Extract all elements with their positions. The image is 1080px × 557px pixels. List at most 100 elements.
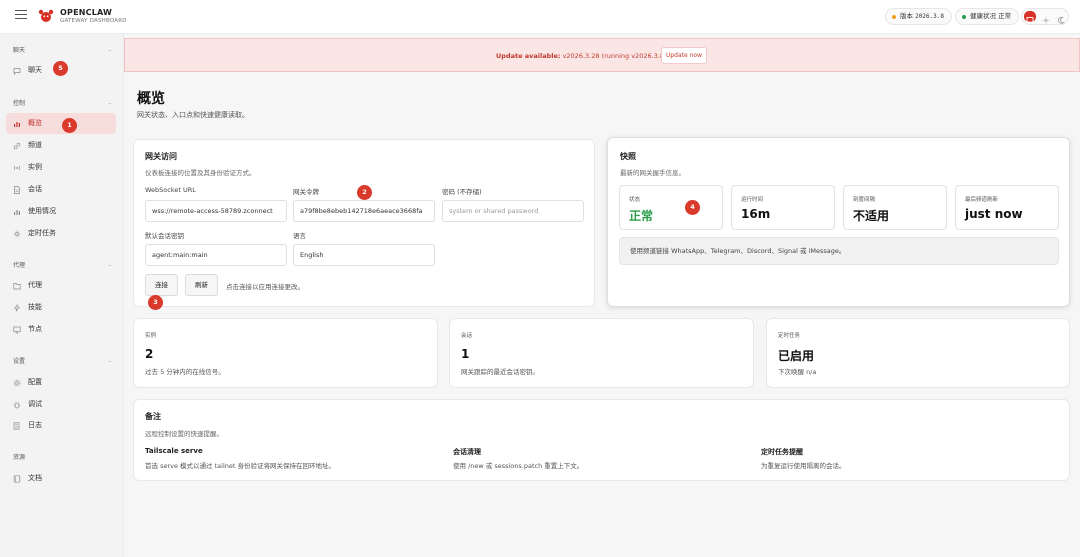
sidebar-item-overview[interactable]: 概览: [6, 113, 116, 134]
theme-toggle: [1021, 8, 1069, 25]
collapse-agents-icon[interactable]: –: [108, 262, 112, 269]
version-dot-icon: [892, 15, 896, 19]
stat-tick-interval: 刻度间隔 不适用: [843, 185, 947, 230]
brand-name: OPENCLAW: [60, 8, 113, 17]
top-bar: OPENCLAW GATEWAY DASHBOARD 版本 2026.3.8 健…: [0, 0, 1080, 34]
note-title: 会话清理: [453, 448, 481, 456]
sidebar-item-label: 聊天: [28, 66, 42, 74]
note-desc: 首选 serve 模式以通过 tailnet 身份验证将网关保持在回环地址。: [145, 462, 335, 470]
sidebar-section-chat: 聊天: [13, 47, 26, 54]
stat-value: 不适用: [853, 209, 890, 223]
update-banner: Update available: v2026.3.28 (running v2…: [124, 38, 1080, 72]
sidebar-item-label: 频道: [28, 141, 42, 149]
collapse-chat-icon[interactable]: –: [108, 47, 112, 54]
collapse-settings-icon[interactable]: –: [108, 358, 112, 365]
book-icon: [13, 475, 21, 483]
sidebar-section-control: 控制: [13, 100, 26, 107]
note-desc: 为重复运行使用隔离的会话。: [761, 462, 846, 470]
password-input[interactable]: system or shared password: [442, 200, 584, 222]
session-key-input[interactable]: agent:main:main: [145, 244, 287, 266]
document-icon: [14, 186, 20, 194]
bug-icon: [13, 401, 21, 409]
page-title: 概览: [137, 91, 165, 107]
annotation-badge-4: 4: [685, 200, 700, 215]
metric-desc: 过去 5 分钟内的在线信号。: [145, 368, 225, 376]
folder-icon: [13, 283, 21, 290]
metric-value: 2: [145, 347, 154, 361]
sidebar-item-nodes[interactable]: 节点: [6, 319, 116, 340]
stat-label: 最后频道刷新: [965, 197, 999, 203]
sidebar-item-logs[interactable]: 日志: [6, 415, 116, 436]
language-select[interactable]: English: [293, 244, 435, 266]
sidebar-item-agents[interactable]: 代理: [6, 275, 116, 296]
bar-chart-icon: [14, 122, 20, 127]
stat-value: just now: [965, 207, 1023, 221]
stat-label: 刻度间隔: [853, 197, 876, 203]
stat-label: 状态: [629, 197, 641, 203]
sidebar-item-instances[interactable]: 实例: [6, 157, 116, 178]
refresh-button[interactable]: 刷新: [185, 274, 218, 296]
health-label: 健康状况: [970, 12, 996, 20]
version-value: 2026.3.8: [915, 13, 944, 20]
sidebar-item-config[interactable]: 配置: [6, 372, 116, 393]
sidebar-item-skills[interactable]: 技能: [6, 297, 116, 318]
snapshot-subtitle: 最新的网关握手信息。: [620, 169, 685, 177]
sidebar-item-debug[interactable]: 调试: [6, 394, 116, 415]
update-now-button[interactable]: Update now: [661, 47, 707, 64]
openclaw-logo: [38, 9, 54, 22]
health-value: 正常: [998, 12, 1012, 20]
sidebar-item-sessions[interactable]: 会话: [6, 179, 116, 200]
page-subtitle: 网关状态、入口点和快速健康读取。: [137, 111, 249, 119]
language-label: 语言: [293, 232, 306, 240]
annotation-badge-1: 1: [62, 118, 77, 133]
sidebar-item-cron[interactable]: 定时任务: [6, 223, 116, 244]
annotation-badge-3: 3: [148, 295, 163, 310]
sidebar-item-usage[interactable]: 使用情况: [6, 201, 116, 222]
stat-last-refresh: 最后频道刷新 just now: [955, 185, 1059, 230]
brand-subtitle: GATEWAY DASHBOARD: [60, 18, 127, 24]
sun-icon[interactable]: [1040, 11, 1052, 25]
sidebar-section-agents: 代理: [13, 262, 26, 269]
gateway-token-input[interactable]: a79f8be8ebeb142718e6aeace3668fa: [293, 200, 435, 222]
metric-desc: 网关跟踪的最近会话密钥。: [461, 368, 539, 376]
instances-card: 实例 2 过去 5 分钟内的在线信号。: [133, 318, 438, 388]
annotation-badge-5: 5: [53, 61, 68, 76]
collapse-control-icon[interactable]: –: [108, 100, 112, 107]
sidebar-item-label: 节点: [28, 325, 42, 333]
health-dot-icon: [962, 15, 966, 19]
gateway-token-label: 网关令牌: [293, 188, 319, 196]
update-message-text: v2026.3.28 (running v2026.3.8).: [560, 52, 669, 60]
sidebar-item-channels[interactable]: 频道: [6, 135, 116, 156]
sidebar-item-label: 实例: [28, 163, 42, 171]
bar-chart-icon: [14, 210, 20, 215]
metric-value: 1: [461, 347, 470, 361]
metric-label: 实例: [145, 333, 157, 339]
cron-card: 定时任务 已启用 下次唤醒 n/a: [766, 318, 1070, 388]
websocket-url-label: WebSocket URL: [145, 186, 196, 194]
stat-value: 16m: [741, 207, 771, 221]
stat-label: 运行时间: [741, 197, 764, 203]
websocket-url-input[interactable]: wss://remote-access-58789.zconnect: [145, 200, 287, 222]
broadcast-icon: [13, 165, 21, 171]
stat-status: 状态 正常: [619, 185, 723, 230]
sidebar-section-settings: 设置: [13, 358, 26, 365]
note-title: 定时任务提醒: [761, 448, 803, 456]
monitor-icon: [13, 326, 21, 334]
snapshot-title: 快照: [620, 152, 636, 161]
notes-subtitle: 远程控制设置的快速提醒。: [145, 430, 223, 438]
sparkle-icon: [13, 230, 21, 238]
sidebar-item-label: 代理: [28, 281, 42, 289]
sidebar-section-resources: 资源: [13, 454, 26, 461]
gateway-access-subtitle: 仪表板连接的位置及其身份验证方式。: [145, 169, 256, 177]
note-title: Tailscale serve: [145, 447, 203, 455]
menu-icon[interactable]: [15, 10, 27, 22]
annotation-badge-2: 2: [357, 185, 372, 200]
version-label: 版本: [900, 12, 913, 20]
connect-button[interactable]: 连接: [145, 274, 178, 296]
moon-icon[interactable]: [1055, 11, 1067, 24]
monitor-icon[interactable]: [1024, 11, 1036, 24]
sidebar-item-docs[interactable]: 文档: [6, 468, 116, 489]
gateway-access-title: 网关访问: [145, 152, 177, 161]
log-icon: [13, 422, 20, 430]
stat-value: 正常: [629, 209, 654, 223]
